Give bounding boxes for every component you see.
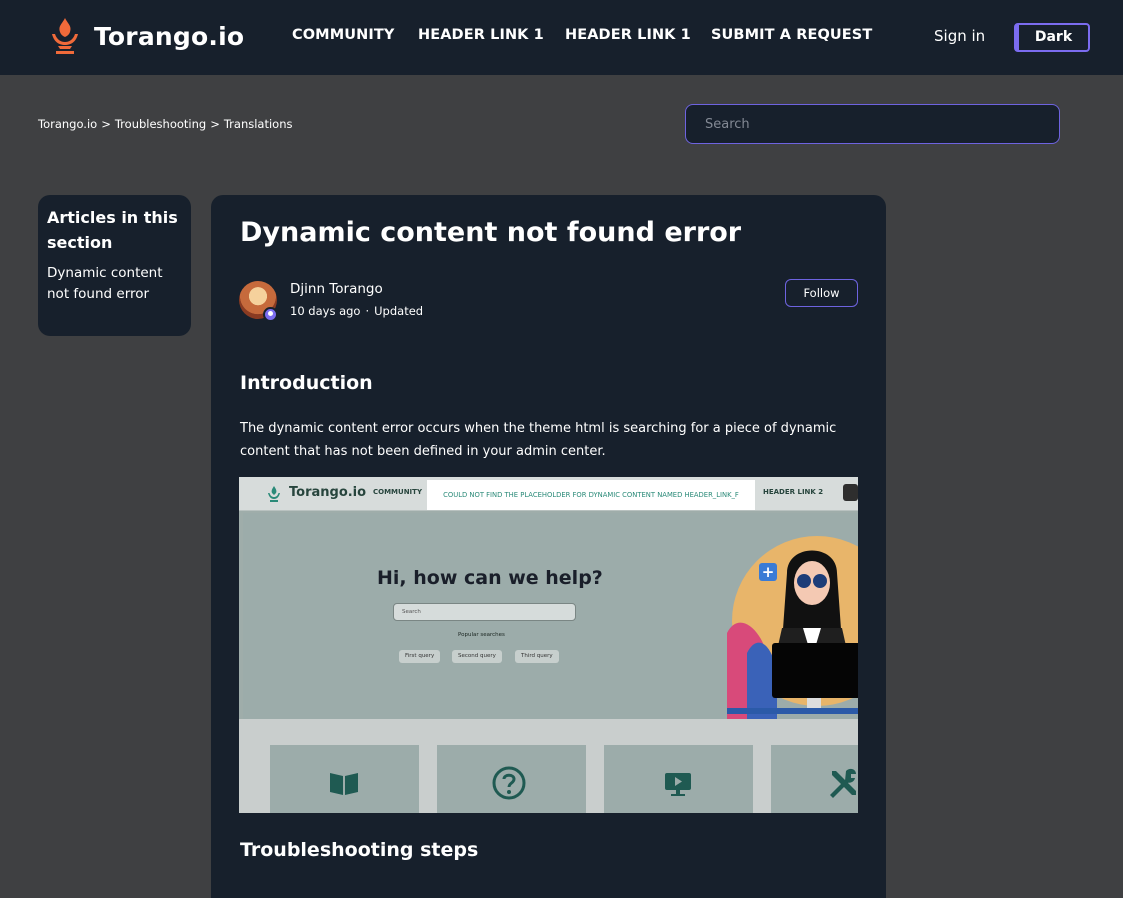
screenshot-nav-header-link-2: HEADER LINK 2: [763, 488, 824, 496]
breadcrumb-item-translations[interactable]: Translations: [224, 117, 293, 131]
section-sidebar: Articles in this section Dynamic content…: [38, 195, 191, 336]
error-screenshot-image: Torango.io COMMUNITY COULD NOT FIND THE …: [239, 477, 858, 813]
top-header: Torango.io COMMUNITY HEADER LINK 1 HEADE…: [0, 0, 1123, 75]
dark-mode-toggle[interactable]: Dark: [1014, 23, 1090, 52]
article-card: Dynamic content not found error Djinn To…: [211, 195, 886, 898]
breadcrumb-separator: >: [210, 117, 220, 131]
tools-icon: [830, 768, 856, 798]
torango-logo-icon: [52, 18, 78, 54]
nav-community[interactable]: COMMUNITY: [292, 27, 394, 43]
nav-header-link-1b[interactable]: HEADER LINK 1: [565, 27, 691, 43]
breadcrumb: Torango.io > Troubleshooting > Translations: [38, 117, 293, 131]
user-badge-icon: [263, 307, 278, 322]
screenshot-search: Search: [393, 603, 576, 621]
introduction-heading: Introduction: [240, 372, 373, 394]
screenshot-illustration-icon: [727, 536, 858, 719]
sidebar-article-link[interactable]: Dynamic content not found error: [47, 263, 182, 305]
breadcrumb-separator: >: [101, 117, 111, 131]
screenshot-hero-heading: Hi, how can we help?: [377, 567, 603, 589]
screenshot-popular-label: Popular searches: [458, 632, 505, 638]
troubleshooting-heading: Troubleshooting steps: [240, 839, 479, 861]
meta-separator: ·: [365, 304, 370, 318]
screenshot-nav-community: COMMUNITY: [373, 488, 423, 496]
article-meta: 10 days ago · Updated: [290, 304, 423, 318]
article-title: Dynamic content not found error: [240, 217, 742, 248]
sign-in-link[interactable]: Sign in: [934, 27, 985, 45]
screenshot-query-chip: Second query: [452, 650, 502, 663]
screenshot-error-message: COULD NOT FIND THE PLACEHOLDER FOR DYNAM…: [427, 480, 755, 510]
book-icon: [330, 773, 358, 795]
article-updated: Updated: [374, 304, 424, 318]
author-name[interactable]: Djinn Torango: [290, 281, 383, 297]
search-input[interactable]: [685, 104, 1060, 144]
introduction-text: The dynamic content error occurs when th…: [240, 421, 837, 459]
breadcrumb-item-troubleshooting[interactable]: Troubleshooting: [115, 117, 206, 131]
screenshot-plus-icon: +: [759, 563, 777, 581]
brand-name: Torango.io: [94, 21, 245, 51]
screenshot-logo-icon: [268, 486, 280, 502]
sidebar-title: Articles in this section: [47, 208, 178, 252]
nav-submit-request[interactable]: SUBMIT A REQUEST: [711, 27, 872, 43]
article-timestamp: 10 days ago: [290, 304, 361, 318]
question-icon: [492, 766, 526, 800]
brand-link[interactable]: Torango.io: [48, 16, 244, 56]
screenshot-brand: Torango.io: [289, 485, 367, 500]
nav-header-link-1[interactable]: HEADER LINK 1: [418, 27, 544, 43]
screenshot-query-chip: First query: [399, 650, 441, 663]
follow-button[interactable]: Follow: [785, 279, 858, 307]
video-icon: [665, 773, 691, 796]
breadcrumb-item-home[interactable]: Torango.io: [38, 117, 97, 131]
screenshot-badge-icon: [843, 484, 858, 501]
screenshot-query-chip: Third query: [515, 650, 559, 663]
